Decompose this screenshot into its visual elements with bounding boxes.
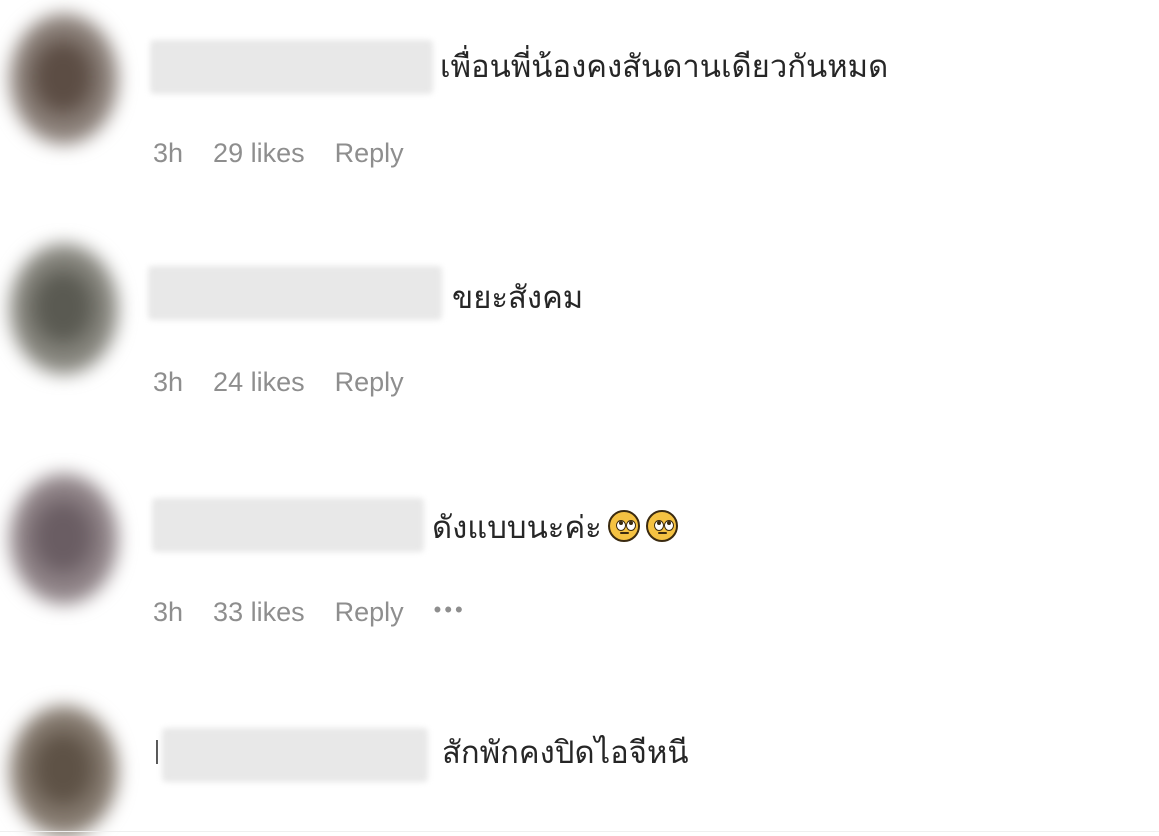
reply-button[interactable]: Reply bbox=[335, 599, 404, 626]
comment-timestamp[interactable]: 3h bbox=[153, 599, 183, 626]
face-with-rolling-eyes-icon bbox=[607, 510, 640, 542]
text-cursor bbox=[156, 740, 158, 764]
comment-text: เพื่อนพี่น้องคงสันดานเดียวกันหมด bbox=[440, 49, 889, 85]
username-redacted[interactable] bbox=[152, 498, 424, 552]
username-redacted[interactable] bbox=[148, 266, 442, 320]
avatar[interactable] bbox=[10, 244, 118, 374]
reply-button[interactable]: Reply bbox=[335, 140, 404, 167]
divider bbox=[0, 831, 1159, 832]
username-redacted[interactable] bbox=[150, 40, 433, 94]
avatar[interactable] bbox=[10, 706, 118, 836]
comment-text: ขยะสังคม bbox=[452, 280, 584, 316]
avatar[interactable] bbox=[10, 474, 118, 604]
avatar[interactable] bbox=[10, 14, 118, 144]
comment-text-wrapper: ดังแบบนะค่ะ bbox=[432, 510, 678, 544]
comment-text: ดังแบบนะค่ะ bbox=[432, 510, 602, 546]
comment-timestamp[interactable]: 3h bbox=[153, 369, 183, 396]
comment-meta: 3h 33 likes Reply ••• bbox=[153, 599, 496, 626]
comment-likes[interactable]: 29 likes bbox=[213, 140, 305, 167]
comment-meta: 3h 29 likes Reply bbox=[153, 140, 434, 167]
reply-button[interactable]: Reply bbox=[335, 369, 404, 396]
username-redacted[interactable] bbox=[162, 728, 428, 782]
comment-timestamp[interactable]: 3h bbox=[153, 140, 183, 167]
comment-text: สักพักคงปิดไอจีหนี bbox=[442, 735, 689, 771]
face-with-rolling-eyes-icon bbox=[645, 510, 678, 542]
comment-likes[interactable]: 33 likes bbox=[213, 599, 305, 626]
comment-meta: 3h 24 likes Reply bbox=[153, 369, 434, 396]
comment-list: เพื่อนพี่น้องคงสันดานเดียวกันหมด 3h 29 li… bbox=[0, 0, 1159, 836]
more-options-icon[interactable]: ••• bbox=[434, 599, 466, 621]
comment-likes[interactable]: 24 likes bbox=[213, 369, 305, 396]
